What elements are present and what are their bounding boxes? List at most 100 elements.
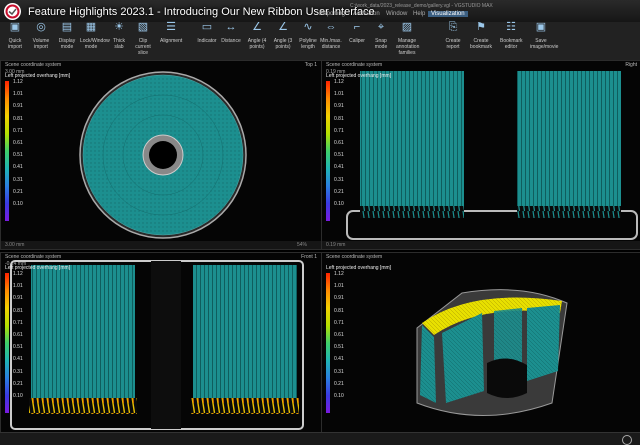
- 3d-render-image: [416, 289, 568, 416]
- annotation-button[interactable]: ▨ Manage annotation families: [396, 21, 420, 57]
- menu-visualization[interactable]: Visualization: [428, 11, 468, 17]
- legend-tick: 0.10: [13, 200, 23, 207]
- volume-import-button[interactable]: ◎ Volume import: [30, 21, 52, 51]
- ribbon-button-label: Create report: [445, 38, 461, 50]
- legend-ticks: 1.12 1.01 0.91 0.81 0.71 0.61 0.51 0.41 …: [334, 271, 364, 417]
- legend-color-bar: [5, 81, 9, 221]
- volume-import-icon: ◎: [36, 21, 46, 33]
- top-slice-image: [79, 71, 247, 239]
- ribbon-button-label: Quick import: [8, 38, 22, 50]
- angle3-icon: ∠: [278, 21, 288, 33]
- clip-slice-button[interactable]: ▧ Clip current slice: [132, 21, 154, 57]
- legend-color-bar: [5, 273, 9, 413]
- vp-top-scale: 3.00 mm: [5, 242, 25, 248]
- distance-button[interactable]: ↔ Distance: [220, 21, 242, 45]
- legend-tick: 1.01: [334, 283, 344, 290]
- legend-color-bar: [326, 81, 330, 221]
- legend-tick: 0.41: [13, 164, 23, 171]
- legend-tick: 0.81: [334, 307, 344, 314]
- legend-tick: 0.71: [13, 127, 23, 134]
- bookmark-editor-icon: ☷: [506, 21, 516, 33]
- snap-button[interactable]: ⌖ Snap mode: [370, 21, 392, 51]
- ribbon-button-label: Distance: [221, 38, 241, 44]
- legend-tick: 0.51: [334, 344, 344, 351]
- front-slice-image: [10, 260, 304, 430]
- legend-tick: 0.31: [334, 368, 344, 375]
- menu-reporting[interactable]: Reporting: [316, 11, 348, 17]
- angle3-button[interactable]: ∠ Angle (3 points): [272, 21, 294, 51]
- legend-tick: 1.01: [13, 283, 23, 290]
- polyline-button[interactable]: ∿ Polyline length: [297, 21, 319, 51]
- indicator-button[interactable]: ▭ Indicator: [196, 21, 218, 45]
- legend-tick: 0.81: [13, 115, 23, 122]
- display-mode-button[interactable]: ▤ Display mode: [56, 22, 78, 51]
- legend-ticks: 1.12 1.01 0.91 0.81 0.71 0.61 0.51 0.41 …: [13, 79, 43, 225]
- legend-tick: 0.31: [334, 176, 344, 183]
- polyline-icon: ∿: [303, 21, 313, 33]
- quick-import-button[interactable]: ▣ Quick import: [4, 21, 26, 51]
- legend-tick: 0.41: [334, 356, 344, 363]
- legend-tick: 0.81: [334, 115, 344, 122]
- ribbon-button-label: Display mode: [58, 38, 76, 50]
- distance-icon: ↔: [225, 21, 237, 33]
- legend-tick: 1.01: [334, 91, 344, 98]
- legend-tick: 1.12: [13, 79, 23, 85]
- minmax-button[interactable]: ⇔ Min./max. distance: [320, 21, 342, 51]
- indicator-icon: ▭: [201, 21, 213, 33]
- ribbon-button-label: Bookmark editor: [500, 38, 523, 50]
- viewport-top[interactable]: Scene coordinate system 3.00 mm Top 1 Le…: [0, 60, 322, 250]
- annotation-icon: ▨: [401, 21, 413, 33]
- thick-slab-icon: ☀: [114, 21, 124, 33]
- legend-tick: 0.21: [13, 188, 23, 195]
- quick-import-icon: ▣: [9, 21, 21, 33]
- alignment-button[interactable]: ☰ Alignment: [160, 22, 182, 45]
- legend-ticks: 1.12 1.01 0.91 0.81 0.71 0.61 0.51 0.41 …: [334, 79, 364, 225]
- ribbon-button-label: Save image/movie: [530, 38, 559, 50]
- legend-tick: 0.71: [334, 127, 344, 134]
- menu-window[interactable]: Window: [383, 11, 410, 17]
- caliper-icon: ⌐: [353, 21, 361, 33]
- legend-tick: 0.21: [13, 380, 23, 387]
- bookmark-editor-button[interactable]: ☷ Bookmark editor: [500, 21, 523, 51]
- angle4-button[interactable]: ∠ Angle (4 points): [246, 21, 268, 51]
- legend-tick: 0.51: [13, 344, 23, 351]
- legend-color-bar: [326, 273, 330, 413]
- vp-top-footer: 3.00 mm 54%: [1, 241, 321, 249]
- lock-window-button[interactable]: ▦ Lock/Window mode: [80, 22, 110, 51]
- legend-ticks: 1.12 1.01 0.91 0.81 0.71 0.61 0.51 0.41 …: [13, 271, 43, 417]
- create-bookmark-button[interactable]: ⚑ Create bookmark: [470, 22, 492, 51]
- ribbon-button-label: Polyline length: [299, 38, 317, 50]
- ribbon-button-label: Manage annotation families: [396, 38, 420, 56]
- viewport-front[interactable]: Scene coordinate system -0.14 mm Front 1…: [0, 252, 322, 434]
- menu-help[interactable]: Help: [410, 11, 428, 17]
- create-report-button[interactable]: ⎘ Create report: [442, 22, 464, 51]
- legend-tick: 0.10: [13, 392, 23, 399]
- snap-icon: ⌖: [377, 21, 385, 33]
- save-image-button[interactable]: ▣ Save image/movie: [530, 21, 558, 51]
- legend-tick: 0.21: [334, 380, 344, 387]
- ribbon-button-label: Lock/Window mode: [80, 38, 110, 50]
- viewport-3d[interactable]: Scene coordinate system Left projected o…: [321, 252, 640, 434]
- vp-top-zoom: 54%: [297, 242, 308, 248]
- minmax-icon: ⇔: [325, 21, 337, 33]
- legend-tick: 0.61: [13, 331, 23, 338]
- legend-tick: 0.31: [13, 176, 23, 183]
- thick-slab-button[interactable]: ☀ Thick slab: [108, 21, 130, 51]
- menu-animation[interactable]: Animation: [350, 11, 383, 17]
- angle4-icon: ∠: [252, 21, 262, 33]
- legend-tick: 0.51: [334, 152, 344, 159]
- caliper-button[interactable]: ⌐ Caliper: [346, 21, 368, 45]
- clip-slice-icon: ▧: [137, 21, 149, 33]
- ribbon-button-label: Volume import: [32, 38, 50, 50]
- viewport-right[interactable]: Scene coordinate system 0.19 mm Right Le…: [321, 60, 640, 250]
- legend-tick: 0.10: [334, 392, 344, 399]
- legend-tick: 0.61: [13, 139, 23, 146]
- save-image-icon: ▣: [535, 21, 547, 33]
- ribbon-button-label: Clip current slice: [135, 38, 151, 56]
- ribbon-button-label: Min./max. distance: [320, 38, 342, 50]
- legend-tick: 0.91: [13, 295, 23, 302]
- legend-tick: 1.12: [334, 271, 344, 277]
- ribbon-button-label: Caliper: [349, 38, 365, 44]
- ribbon-button-label: Indicator: [197, 38, 217, 44]
- legend-tick: 0.21: [334, 188, 344, 195]
